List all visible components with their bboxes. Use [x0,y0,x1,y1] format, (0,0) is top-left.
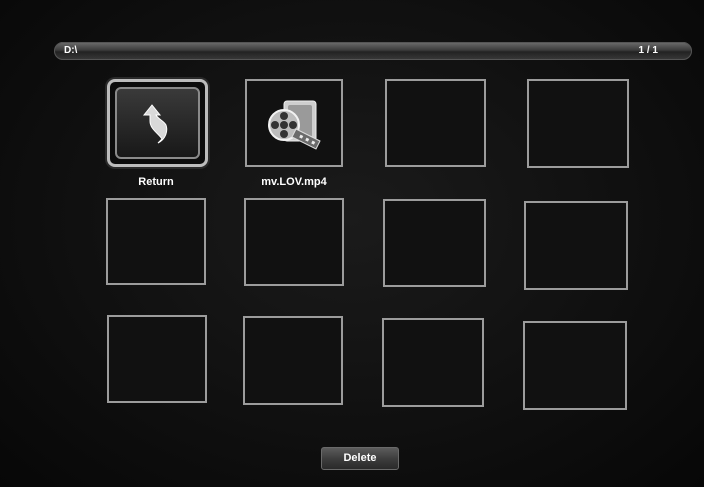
current-path: D:\ [64,45,78,56]
grid-slot-empty [523,321,627,410]
file-browser-screen: D:\ 1 / 1 Return mv.LOV.mp4 Delete [0,0,704,487]
return-arrow-icon [142,104,167,144]
grid-item-label-video-file: mv.LOV.mp4 [261,176,327,188]
grid-slot-empty [107,315,207,403]
page-indicator: 1 / 1 [638,45,658,56]
grid-slot-empty [382,318,484,407]
grid-slot-empty [524,201,628,290]
delete-button[interactable]: Delete [321,447,399,470]
grid-slot-empty [244,198,344,286]
grid-item-video-file[interactable] [245,79,343,167]
path-bar: D:\ 1 / 1 [54,42,692,60]
grid-slot-empty [385,79,486,167]
grid-slot-empty [243,316,343,405]
grid-slot-empty [106,198,206,285]
grid-item-return[interactable] [107,79,208,167]
video-file-icon [268,100,321,150]
grid-slot-empty [527,79,629,168]
grid-slot-empty [383,199,486,287]
grid-item-label-return: Return [138,176,174,188]
